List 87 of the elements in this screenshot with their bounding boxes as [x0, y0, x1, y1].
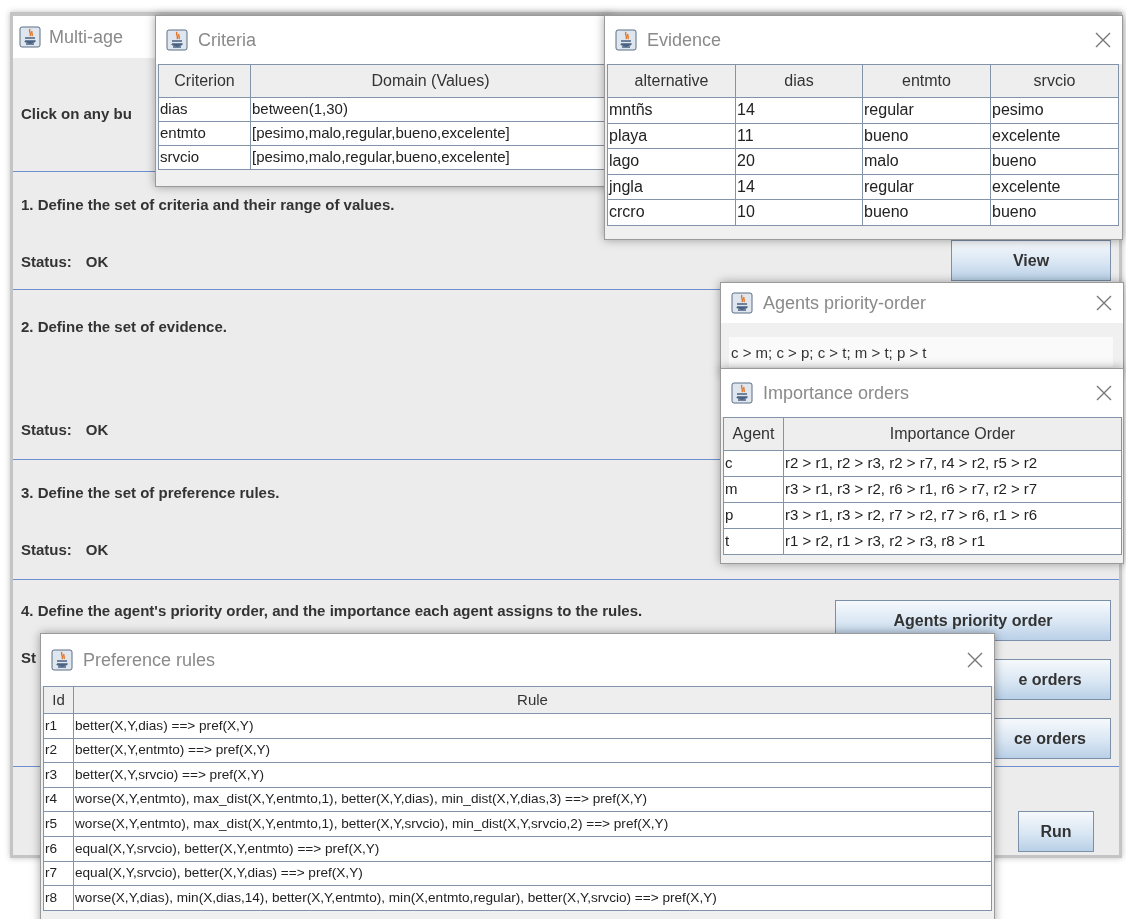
- table-cell: mntñs: [607, 97, 736, 123]
- column-header[interactable]: Id: [43, 686, 74, 714]
- window-title: Evidence: [647, 28, 722, 52]
- table-cell: better(X,Y,entmto) ==> pref(X,Y): [73, 738, 992, 763]
- table-cell: excelente: [990, 174, 1119, 200]
- table-cell: crcro: [607, 199, 736, 225]
- table-cell: r6: [43, 836, 74, 862]
- table-cell: srvcio: [158, 145, 251, 170]
- app-icon: [19, 26, 41, 48]
- window-title: Criteria: [198, 28, 256, 52]
- status-value: OK: [85, 419, 109, 440]
- status-label: Status:: [21, 251, 72, 272]
- table-cell: malo: [862, 148, 991, 174]
- table-cell: equal(X,Y,srvcio), better(X,Y,entmto) ==> pref(X,Y): [73, 836, 992, 862]
- table-cell: bueno: [990, 199, 1119, 225]
- table-cell: better(X,Y,dias) ==> pref(X,Y): [73, 713, 992, 739]
- table-cell: r2 > r1, r2 > r3, r2 > r7, r4 > r2, r5 > r2: [783, 450, 1122, 477]
- instruction-text: Click on any bu: [21, 104, 132, 125]
- table-cell: dias: [158, 97, 251, 122]
- table-cell: lago: [607, 148, 736, 174]
- table-cell: r1 > r2, r1 > r3, r2 > r3, r8 > r1: [783, 528, 1122, 555]
- table-cell: p: [723, 502, 784, 529]
- column-header[interactable]: srvcio: [990, 64, 1119, 98]
- column-header[interactable]: dias: [735, 64, 863, 98]
- window-title: Importance orders: [763, 381, 910, 405]
- table-cell: regular: [862, 174, 991, 200]
- table-cell: playa: [607, 123, 736, 149]
- status-value: OK: [85, 251, 109, 272]
- table-cell: bueno: [990, 148, 1119, 174]
- table-cell: worse(X,Y,entmto), max_dist(X,Y,entmto,1), better(X,Y,dias), min_dist(X,Y,dias,3) ==> pref(X,Y): [73, 787, 992, 812]
- table-cell: r4: [43, 787, 74, 812]
- table-cell: r1: [43, 713, 74, 739]
- table-cell: entmto: [158, 121, 251, 146]
- table-cell: r7: [43, 861, 74, 886]
- close-icon[interactable]: [1095, 294, 1113, 312]
- step-heading: 4. Define the agent's priority order, and the importance each agent assigns to the rules.: [21, 601, 643, 621]
- table-cell: 10: [735, 199, 863, 225]
- table-cell: t: [723, 528, 784, 555]
- table-cell: jngla: [607, 174, 736, 200]
- table-cell: r2: [43, 738, 74, 763]
- table-cell: c: [723, 450, 784, 477]
- app-icon: [51, 649, 73, 671]
- table-cell: bueno: [862, 123, 991, 149]
- table-cell: equal(X,Y,srvcio), better(X,Y,dias) ==> pref(X,Y): [73, 861, 992, 886]
- table-cell: r3: [43, 762, 74, 788]
- table-cell: 11: [735, 123, 863, 149]
- app-icon: [731, 382, 753, 404]
- app-icon: [615, 29, 637, 51]
- status-label: Status:: [21, 539, 72, 560]
- table-cell: 20: [735, 148, 863, 174]
- table-cell: 14: [735, 97, 863, 123]
- button[interactable]: Run: [1018, 811, 1094, 852]
- step-heading: 1. Define the set of criteria and their range of values.: [21, 195, 395, 215]
- window-title: Agents priority-order: [763, 291, 927, 315]
- table-cell: bueno: [862, 199, 991, 225]
- table-cell: better(X,Y,srvcio) ==> pref(X,Y): [73, 762, 992, 788]
- close-icon[interactable]: [966, 651, 984, 669]
- column-header[interactable]: entmto: [862, 64, 991, 98]
- column-header[interactable]: Importance Order: [783, 417, 1122, 451]
- text-field[interactable]: c > m; c > p; c > t; m > t; p > t: [729, 337, 1113, 367]
- table-cell: r5: [43, 811, 74, 837]
- table-cell: r3 > r1, r3 > r2, r6 > r1, r6 > r7, r2 > r7: [783, 476, 1122, 503]
- column-header[interactable]: Criterion: [158, 64, 251, 98]
- status-value: OK: [85, 539, 109, 560]
- button[interactable]: View: [951, 240, 1111, 281]
- table-cell: m: [723, 476, 784, 503]
- app-icon: [166, 29, 188, 51]
- table-cell: r8: [43, 885, 74, 911]
- app-icon: [731, 292, 753, 314]
- status-label: St: [21, 647, 36, 668]
- close-icon[interactable]: [1095, 384, 1113, 402]
- close-icon[interactable]: [1094, 31, 1112, 49]
- step-heading: 2. Define the set of evidence.: [21, 317, 227, 337]
- window-title: Multi-age: [49, 25, 124, 49]
- table-cell: worse(X,Y,entmto), max_dist(X,Y,entmto,1), better(X,Y,srvcio), min_dist(X,Y,srvcio,2) ==> pref(X,Y): [73, 811, 992, 837]
- table-cell: regular: [862, 97, 991, 123]
- table-cell: worse(X,Y,dias), min(X,dias,14), better(X,Y,entmto), min(X,entmto,regular), better(X,Y,srvcio) ==> pref(X,Y): [73, 885, 992, 911]
- table-cell: r3 > r1, r3 > r2, r7 > r2, r7 > r6, r1 > r6: [783, 502, 1122, 529]
- step-heading: 3. Define the set of preference rules.: [21, 483, 280, 503]
- table-cell: pesimo: [990, 97, 1119, 123]
- column-header[interactable]: alternative: [607, 64, 736, 98]
- column-header[interactable]: Rule: [73, 686, 992, 714]
- table-cell: excelente: [990, 123, 1119, 149]
- table-cell: 14: [735, 174, 863, 200]
- column-header[interactable]: Agent: [723, 417, 784, 451]
- status-label: Status:: [21, 419, 72, 440]
- window-title: Preference rules: [83, 648, 216, 672]
